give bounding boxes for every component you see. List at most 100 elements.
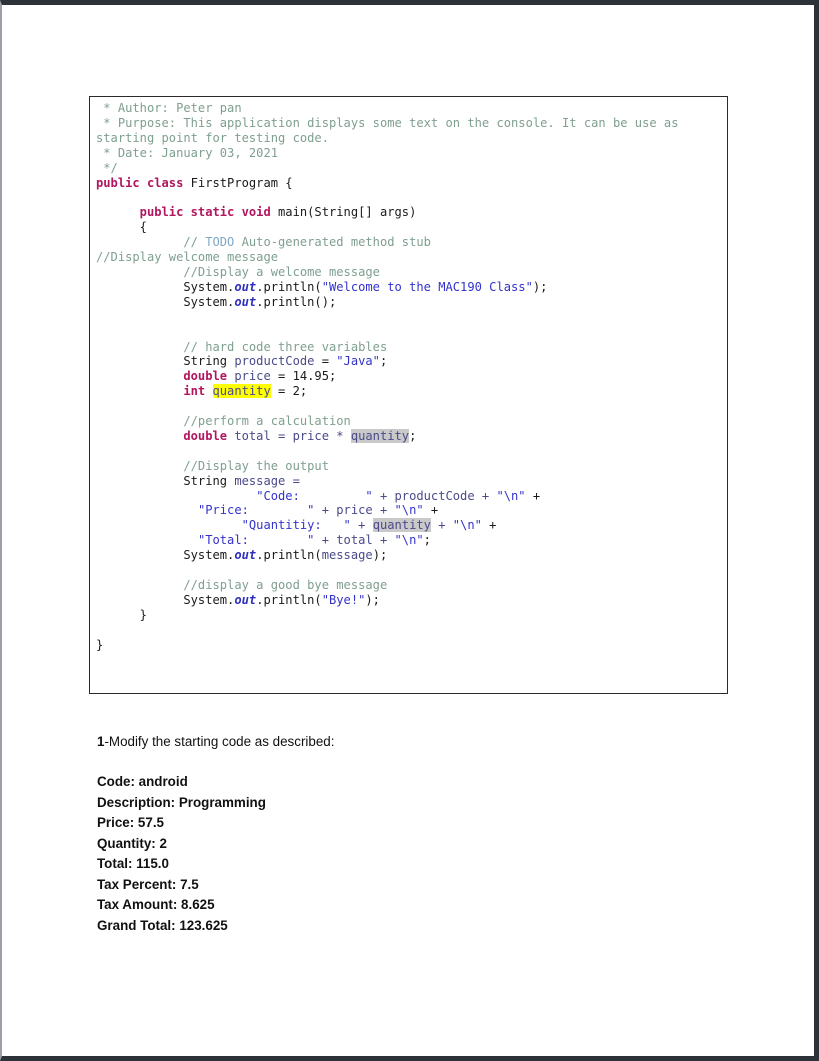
field-out-1: out: [234, 279, 257, 294]
comment-hardcode-variables: // hard code three variables: [96, 339, 388, 354]
string-quantity-label: "Quantitiy: ": [241, 518, 351, 533]
println-message-call: .println(: [256, 548, 322, 563]
brace-close-class: }: [96, 637, 104, 652]
println-message-indent: System.: [96, 548, 235, 563]
var-productcode: productCode: [227, 354, 315, 369]
comment-display-welcome-outdented: //Display welcome message: [96, 250, 279, 265]
list-item: Description: Programming: [97, 794, 266, 810]
price-decl-indent: [96, 369, 183, 383]
println-welcome-call: .println(: [256, 279, 322, 294]
string-newline-1: "\n": [496, 488, 526, 503]
string-price-label: "Price: ": [197, 503, 315, 518]
string-total-label: "Total: ": [197, 533, 315, 548]
brace-close-main: }: [96, 607, 147, 622]
list-item: Grand Total: 123.625: [97, 917, 228, 933]
println-empty-indent: System.: [96, 294, 235, 309]
comment-goodbye: //display a good bye message: [96, 578, 388, 592]
concat-quantity-plus-pre: +: [350, 518, 373, 533]
println-bye-close: );: [365, 592, 380, 607]
comment-perform-calculation: //perform a calculation: [96, 414, 351, 429]
task-text: -Modify the starting code as described:: [104, 734, 335, 749]
brace-open-main: {: [96, 220, 147, 235]
println-welcome-close: );: [532, 279, 548, 294]
concat-total-semicolon: ;: [423, 533, 431, 548]
println-message-close: );: [372, 548, 388, 563]
type-string: String: [183, 354, 228, 369]
string-code-label: "Code: ": [256, 488, 373, 503]
concat-total-expr: + total +: [314, 533, 395, 548]
concat-code-indent: [96, 489, 256, 503]
string-decl-eq: =: [314, 354, 337, 369]
comment-todo-rest: Auto-generated method stub: [234, 235, 431, 250]
concat-price-expr: + price +: [314, 503, 395, 518]
assignment-section: 1-Modify the starting code as described:…: [97, 733, 697, 936]
comment-display-welcome: //Display a welcome message: [96, 264, 380, 279]
spec-list: Code: android Description: Programming P…: [97, 772, 697, 936]
comment-purpose-line2: starting point for testing code.: [96, 130, 329, 145]
keyword-main-modifiers: public static void: [96, 205, 279, 220]
field-out-2: out: [234, 294, 257, 309]
string-welcome: "Welcome to the MAC190 Class": [321, 279, 533, 294]
comment-display-output: //Display the output: [96, 458, 329, 473]
page-content: * Author: Peter pan * Purpose: This appl…: [2, 5, 814, 1056]
quantity-decl-space: [205, 384, 212, 398]
java-source-code: * Author: Peter pan * Purpose: This appl…: [96, 101, 721, 653]
keyword-double-price: double: [183, 369, 228, 384]
comment-close: */: [96, 160, 118, 175]
concat-code-expr: + productCode +: [372, 488, 497, 503]
list-item: Code: android: [97, 774, 188, 789]
var-quantity-highlighted-gray-1: quantity: [350, 428, 410, 443]
arg-message: message: [321, 548, 373, 563]
quantity-decl-indent: [96, 384, 183, 398]
var-quantity-highlighted-yellow: quantity: [212, 384, 271, 399]
comment-author: * Author: Peter pan: [96, 101, 242, 115]
comment-purpose-line1: * Purpose: This application displays som…: [96, 115, 679, 130]
comment-date: * Date: January 03, 2021: [96, 145, 279, 160]
string-java-literal: "Java": [336, 354, 380, 369]
quantity-decl-value: = 2;: [270, 384, 308, 399]
total-expression-head: total = price *: [227, 428, 351, 443]
string-bye: "Bye!": [321, 592, 366, 607]
list-item: Total: 115.0: [97, 856, 169, 871]
price-decl-value: = 14.95;: [270, 369, 337, 384]
keyword-double-total: double: [183, 428, 228, 443]
list-item: Quantity: 2: [97, 835, 167, 851]
var-price-decl: price: [227, 369, 271, 384]
keyword-int-quantity: int: [183, 384, 206, 399]
concat-price-indent: [96, 503, 198, 517]
concat-price-plus: +: [423, 503, 439, 518]
string-decl-semicolon: ;: [379, 354, 388, 369]
document-page: * Author: Peter pan * Purpose: This appl…: [0, 0, 819, 1061]
total-expression-tail: ;: [409, 428, 417, 443]
code-block: * Author: Peter pan * Purpose: This appl…: [89, 96, 728, 694]
var-quantity-highlighted-gray-2: quantity: [372, 518, 431, 533]
type-string-message: String: [183, 473, 228, 488]
string-newline-2: "\n": [394, 503, 424, 518]
keyword-public-class: public class: [96, 175, 184, 190]
concat-total-indent: [96, 533, 198, 547]
string-newline-3: "\n": [452, 518, 482, 533]
todo-tag: TODO: [205, 235, 235, 250]
class-name-declaration: FirstProgram {: [183, 175, 293, 190]
println-bye-indent: System.: [96, 592, 235, 607]
var-message-decl: message =: [227, 473, 300, 488]
list-item: Price: 57.5: [97, 815, 164, 830]
concat-quantity-indent: [96, 518, 242, 532]
concat-code-plus: +: [525, 488, 541, 503]
field-out-3: out: [234, 548, 257, 563]
task-instruction: 1-Modify the starting code as described:: [97, 733, 697, 750]
println-empty-call: .println();: [256, 294, 337, 309]
string-newline-4: "\n": [394, 533, 424, 548]
main-signature: main(String[] args): [278, 205, 417, 220]
message-decl-indent: [96, 474, 183, 488]
println-bye-call: .println(: [256, 592, 322, 607]
string-decl-indent: [96, 354, 183, 368]
comment-todo-prefix: //: [96, 235, 206, 250]
total-decl-indent: [96, 429, 183, 443]
field-out-4: out: [234, 592, 257, 607]
list-item: Tax Amount: 8.625: [97, 897, 215, 912]
concat-quantity-plus-mid: +: [430, 518, 453, 533]
list-item: Tax Percent: 7.5: [97, 876, 199, 892]
println-welcome-indent: System.: [96, 279, 235, 294]
concat-quantity-plus-post: +: [481, 518, 497, 533]
